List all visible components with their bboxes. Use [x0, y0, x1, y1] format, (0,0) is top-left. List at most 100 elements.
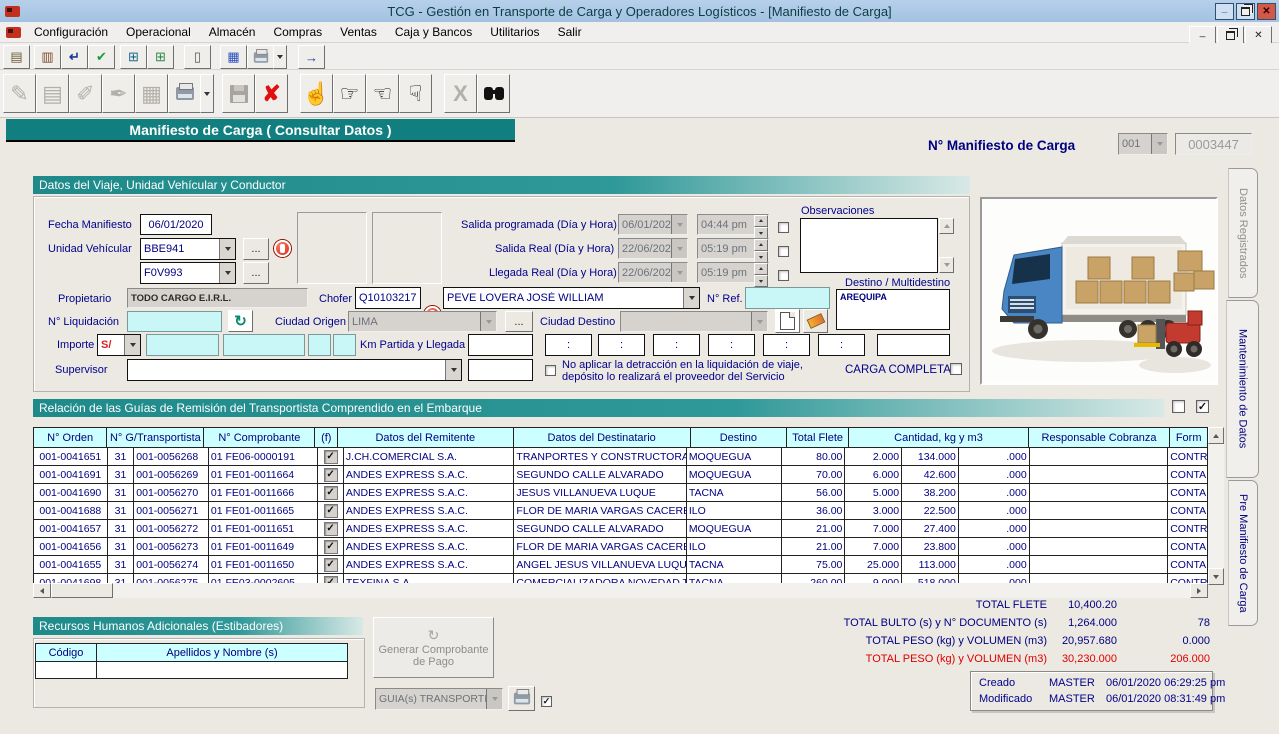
col-destino[interactable]: Destino — [691, 428, 787, 447]
export-excel-icon[interactable]: X — [444, 74, 477, 113]
print-small-icon[interactable] — [247, 45, 274, 69]
search-icon[interactable] — [477, 74, 510, 113]
edit-record-icon[interactable]: ✐ — [69, 74, 102, 113]
scroll-up-icon[interactable] — [939, 218, 954, 234]
time-spinner[interactable] — [754, 263, 768, 282]
scrollbar-thumb[interactable] — [51, 583, 113, 598]
clear-destination-icon[interactable] — [803, 309, 828, 333]
menu-compras[interactable]: Compras — [264, 23, 331, 41]
observaciones-scrollbar[interactable] — [939, 218, 954, 273]
col-nombres[interactable]: Apellidos y Nombre (s) — [97, 644, 347, 661]
row-checkbox[interactable]: ✓ — [324, 504, 338, 518]
km-field-6[interactable]: : — [763, 334, 810, 356]
llegada-real-checkbox[interactable] — [778, 270, 789, 281]
row-checkbox[interactable]: ✓ — [324, 486, 338, 500]
guides-filter-checkbox[interactable] — [1172, 400, 1185, 413]
tab-mantenimiento-datos[interactable]: Mantenimiento de Datos — [1226, 300, 1259, 478]
row-checkbox[interactable]: ✓ — [324, 450, 338, 464]
grid-tree-icon[interactable]: ⊞ — [120, 45, 147, 69]
first-record-icon[interactable]: ☝ — [300, 74, 333, 113]
col-flete[interactable]: Total Flete — [787, 428, 849, 447]
prev-record-icon[interactable]: ☜ — [366, 74, 399, 113]
llegada-real-time[interactable]: 05:19 pm — [697, 262, 769, 283]
km-field-1[interactable] — [468, 334, 533, 356]
minimize-icon[interactable]: _ — [1215, 3, 1234, 20]
col-remitente[interactable]: Datos del Remitente — [338, 428, 513, 447]
col-cantidad[interactable]: Cantidad, kg y m3 — [849, 428, 1028, 447]
importe-field-4[interactable] — [333, 334, 356, 356]
carreta-select[interactable]: F0V993 — [140, 262, 236, 284]
importe-field-3[interactable] — [308, 334, 331, 356]
refresh-icon[interactable]: ↻ — [228, 310, 253, 332]
salida-programada-checkbox[interactable] — [778, 222, 789, 233]
ciudad-browse-button[interactable]: ... — [505, 311, 533, 332]
columns-icon[interactable]: ▯ — [184, 45, 211, 69]
km-field-5[interactable]: : — [708, 334, 755, 356]
calculator-icon[interactable]: ▦ — [220, 45, 247, 69]
importe-field-1[interactable] — [146, 334, 219, 356]
scroll-right-icon[interactable] — [1190, 583, 1208, 598]
row-checkbox[interactable]: ✓ — [324, 558, 338, 572]
guia-tipo-select[interactable]: GUIA(s) TRANSPORTISTA — [375, 688, 503, 710]
menu-almacen[interactable]: Almacén — [200, 23, 265, 41]
unidad-browse-button[interactable]: ... — [243, 238, 269, 260]
propietario-field[interactable]: TODO CARGO E.I.R.L. — [127, 288, 308, 308]
table-row[interactable]: 001-004165631001-005627301 FE01-0011649✓… — [34, 538, 1207, 556]
estibadores-empty-row[interactable] — [36, 662, 347, 678]
restore-icon[interactable] — [1236, 3, 1255, 20]
print-doc-chevron-icon[interactable] — [200, 74, 214, 113]
tab-pre-manifiesto[interactable]: Pre Manifiesto de Carga — [1228, 480, 1258, 626]
col-gtransportista[interactable]: N° G/Transportista — [107, 428, 204, 447]
save-icon[interactable] — [222, 74, 255, 113]
salida-real-time[interactable]: 05:19 pm — [697, 238, 769, 259]
menu-ventas[interactable]: Ventas — [331, 23, 386, 41]
print-doc-icon[interactable] — [168, 74, 201, 113]
validate-icon[interactable]: ✔ — [88, 45, 115, 69]
chofer-name-select[interactable]: PEVE LOVERA JOSÉ WILLIAM — [443, 287, 700, 309]
scroll-left-icon[interactable] — [33, 583, 51, 598]
col-forma[interactable]: Form — [1170, 428, 1207, 447]
scroll-down-icon[interactable] — [939, 257, 954, 273]
tab-datos-registrados[interactable]: Datos Registrados — [1228, 168, 1258, 298]
close-icon[interactable]: ✕ — [1257, 3, 1276, 20]
scroll-up-icon[interactable] — [1208, 427, 1224, 444]
manifest-number-field[interactable]: 0003447 — [1175, 133, 1252, 155]
delete-icon[interactable]: ✘ — [255, 74, 288, 113]
new-destination-icon[interactable] — [775, 309, 800, 333]
salida-real-checkbox[interactable] — [778, 246, 789, 257]
process-icon[interactable]: ▦ — [135, 74, 168, 113]
mdi-restore-icon[interactable] — [1217, 26, 1244, 44]
scroll-down-icon[interactable] — [1208, 568, 1224, 585]
col-orden[interactable]: N° Orden — [34, 428, 107, 447]
time-spinner[interactable] — [754, 239, 768, 258]
km-field-7[interactable]: : — [818, 334, 865, 356]
km-field-8[interactable] — [877, 334, 950, 356]
table-row[interactable]: 001-004168831001-005627101 FE01-0011665✓… — [34, 502, 1207, 520]
row-checkbox[interactable]: ✓ — [324, 468, 338, 482]
table-row[interactable]: 001-004165731001-005627201 FE01-0011651✓… — [34, 520, 1207, 538]
guides-hscrollbar[interactable] — [33, 583, 1208, 598]
print-guia-icon[interactable] — [508, 686, 535, 711]
km-field-2[interactable]: : — [545, 334, 592, 356]
carreta-browse-button[interactable]: ... — [243, 262, 269, 284]
new-record-icon[interactable]: ✎ — [3, 74, 36, 113]
ciudad-origen-select[interactable]: LIMA — [348, 311, 497, 332]
menu-salir[interactable]: Salir — [549, 23, 591, 41]
importe-field-2[interactable] — [223, 334, 305, 356]
report-icon[interactable]: ▥ — [34, 45, 61, 69]
salida-real-date[interactable]: 22/06/2020 — [618, 238, 688, 259]
observaciones-textarea[interactable] — [800, 218, 938, 273]
menu-operacional[interactable]: Operacional — [117, 23, 200, 41]
annul-record-icon[interactable]: ✒ — [102, 74, 135, 113]
guides-all-checkbox[interactable]: ✓ — [1196, 400, 1209, 413]
grid-tree2-icon[interactable]: ⊞ — [147, 45, 174, 69]
salida-programada-date[interactable]: 06/01/2020 — [618, 214, 688, 235]
exit-form-icon[interactable]: ▤ — [3, 45, 30, 69]
import-icon[interactable]: ↵ — [61, 45, 88, 69]
table-row[interactable]: 001-004169131001-005626901 FE01-0011664✓… — [34, 466, 1207, 484]
table-row[interactable]: 001-004169031001-005627001 FE01-0011666✓… — [34, 484, 1207, 502]
chofer-code-field[interactable]: Q10103217 — [355, 287, 421, 309]
table-row[interactable]: 001-004165131001-005626801 FE06-0000191✓… — [34, 448, 1207, 466]
km-field-4[interactable]: : — [653, 334, 700, 356]
moneda-select[interactable]: S/ — [97, 334, 141, 356]
